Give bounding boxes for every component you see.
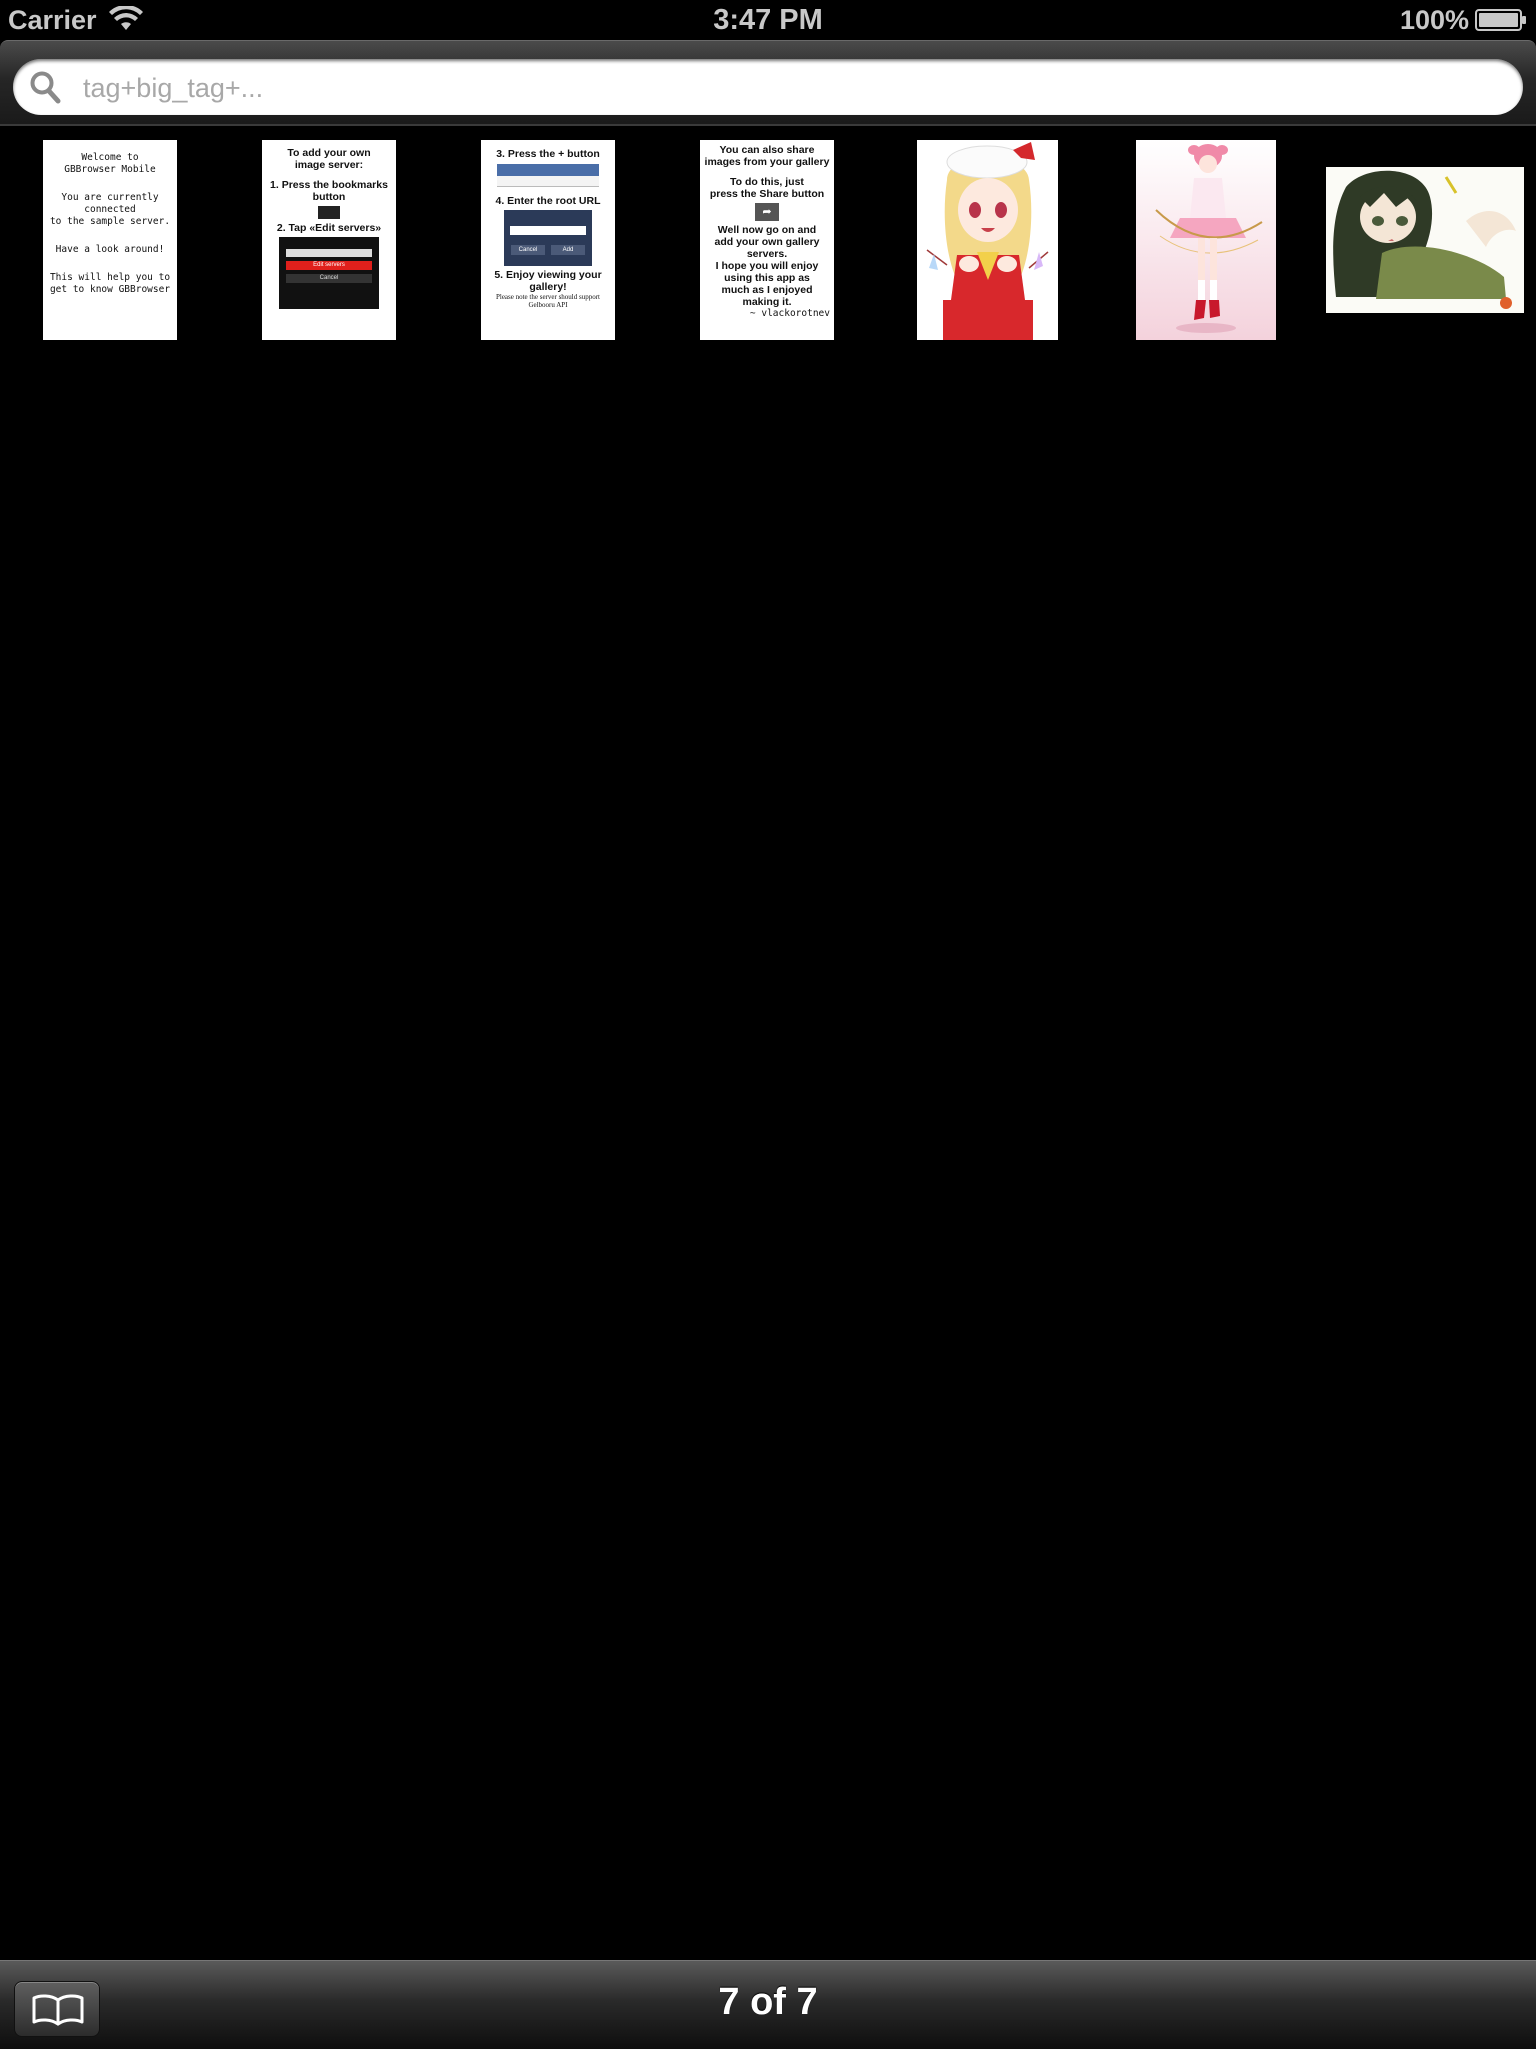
thumbnail-text: gallery! <box>529 281 567 293</box>
thumbnail-text: add your own gallery <box>714 236 820 248</box>
thumbnail-text: get to know GBBrowser <box>49 284 171 295</box>
thumbnail-text: You can also share <box>719 144 815 156</box>
mini-add: Add <box>551 245 585 255</box>
thumbnail-text: This will help you to <box>49 272 171 283</box>
blonde-girl-illustration-icon <box>917 140 1058 340</box>
thumbnail-text: I hope you will enjoy <box>715 260 819 272</box>
thumbnail-root-url[interactable]: 3. Press the + button 4. Enter the root … <box>481 140 615 340</box>
add-dialog-sample: Cancel Add <box>504 210 592 266</box>
thumbnail-text: You are currently connected <box>61 192 159 215</box>
status-bar: Carrier 3:47 PM 100% <box>0 0 1536 40</box>
thumbnail-image[interactable] <box>917 140 1058 340</box>
mini-cancel: Cancel <box>286 274 372 283</box>
thumbnail-image[interactable] <box>1136 140 1276 340</box>
thumbnail-text: making it. <box>742 296 792 308</box>
thumbnail-welcome[interactable]: Welcome to GBBrowser Mobile You are curr… <box>43 140 177 340</box>
url-row-sample <box>497 176 599 187</box>
search-icon <box>30 71 61 104</box>
thumbnail-text: press the Share button <box>709 188 825 200</box>
page-counter: 7 of 7 <box>718 1981 818 2023</box>
thumbnail-share[interactable]: You can also share images from your gall… <box>700 140 834 340</box>
thumbnail-text: images from your gallery <box>704 156 830 168</box>
pink-hair-girl-illustration-icon <box>1136 140 1276 340</box>
thumbnail-text: 3. Press the + button <box>496 148 600 160</box>
thumbnail-text: 2. Tap «Edit servers» <box>276 222 382 234</box>
thumbnail-grid: Welcome to GBBrowser Mobile You are curr… <box>0 128 1536 1958</box>
thumbnail-text: much as I enjoyed <box>721 284 813 296</box>
thumbnail-image[interactable] <box>1326 167 1524 313</box>
thumbnail-text: ~ vlackorotnev <box>749 308 830 319</box>
thumbnail-text: Welcome to <box>81 152 139 163</box>
dark-hair-girl-illustration-icon <box>1326 167 1524 313</box>
thumbnail-text: GBBrowser Mobile <box>64 164 156 175</box>
share-icon-sample: ➦ <box>755 203 779 221</box>
thumbnail-text: 4. Enter the root URL <box>495 195 601 207</box>
bottom-toolbar: 7 of 7 <box>0 1960 1536 2049</box>
thumbnail-text: To do this, just <box>730 176 804 188</box>
thumbnail-text: Please note the server should support <box>495 293 600 301</box>
battery-icon <box>1475 9 1526 31</box>
thumbnail-text: 1. Press the bookmarks <box>270 179 388 191</box>
search-bar <box>0 40 1536 126</box>
thumbnail-text: button <box>312 191 346 203</box>
search-input[interactable] <box>81 67 1505 109</box>
thumbnail-text: servers. <box>746 248 788 260</box>
thumbnail-add-server[interactable]: To add your own image server: 1. Press t… <box>262 140 396 340</box>
mini-edit-servers: Edit servers <box>286 261 372 270</box>
bookmarks-icon-sample <box>318 206 340 219</box>
action-sheet-sample: Edit servers Cancel <box>279 237 379 309</box>
thumbnail-text: 5. Enjoy viewing your <box>494 269 602 281</box>
thumbnail-text: to the sample server. <box>49 216 171 227</box>
thumbnail-text: To add your own <box>287 147 371 159</box>
thumbnail-text: Well now go on and <box>717 224 817 236</box>
thumbnail-text: Have a look around! <box>55 244 165 255</box>
clock: 3:47 PM <box>713 4 823 36</box>
thumbnail-text: image server: <box>294 159 364 171</box>
thumbnail-text: Gelbooru API <box>528 301 568 309</box>
navbar-sample <box>497 164 599 176</box>
search-field[interactable] <box>13 59 1523 115</box>
thumbnail-text: using this app as <box>724 272 810 284</box>
mini-cancel: Cancel <box>511 245 545 255</box>
battery-percentage: 100% <box>1399 5 1469 35</box>
